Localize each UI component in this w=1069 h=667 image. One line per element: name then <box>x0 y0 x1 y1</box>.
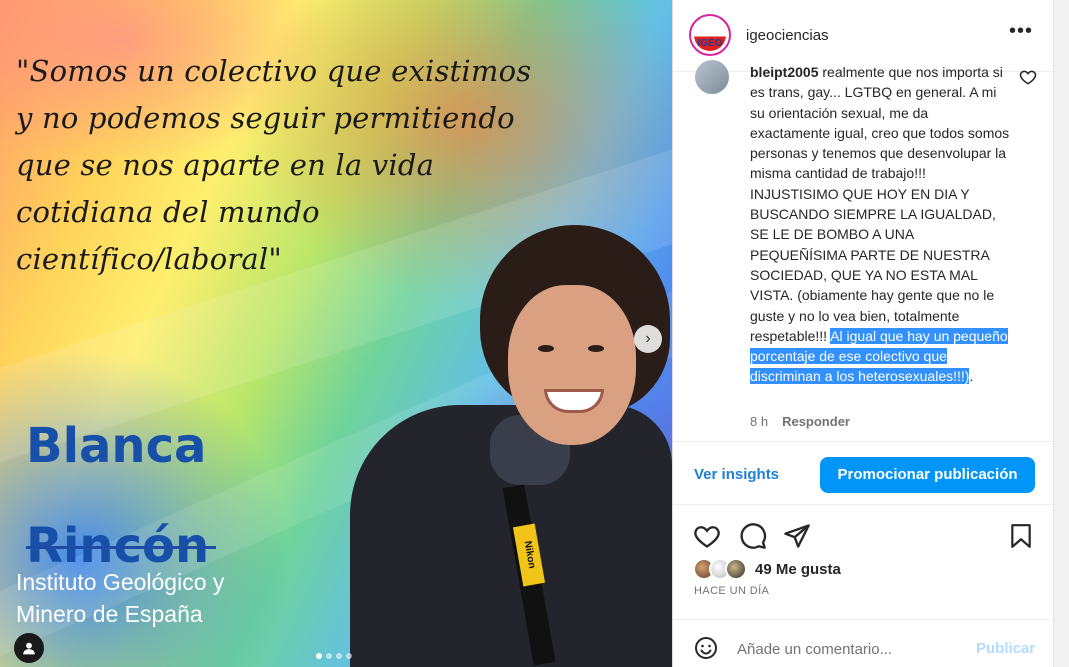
institution-line-2: Minero de España <box>16 601 203 627</box>
reply-button[interactable]: Responder <box>782 414 850 429</box>
face <box>508 285 636 445</box>
institution-name: Instituto Geológico y Minero de España <box>16 566 316 630</box>
eye <box>538 345 554 352</box>
emoji-icon[interactable] <box>694 636 718 660</box>
commenter-handle[interactable]: bleipt2005 <box>750 64 818 80</box>
institution-line-1: Instituto Geológico y <box>16 569 225 595</box>
commenter-avatar[interactable] <box>695 60 729 94</box>
avatar-logo-text: IGEO <box>694 19 726 51</box>
name-underline <box>26 546 216 549</box>
post-side-panel: IGEO igeociencias ••• bleipt2005 realmen… <box>672 0 1053 667</box>
comment-like-icon[interactable] <box>1019 68 1037 86</box>
promote-post-button[interactable]: Promocionar publicación <box>820 457 1035 493</box>
comment-icon[interactable] <box>739 522 767 550</box>
comment-text-end: . <box>969 368 974 385</box>
smile <box>544 389 604 413</box>
likes-count[interactable]: 49 Me gusta <box>755 561 841 578</box>
account-avatar[interactable]: IGEO <box>689 14 731 56</box>
instagram-post-view: "Somos un colectivo que existimos y no p… <box>0 0 1069 667</box>
more-horizontal-icon: ••• <box>1009 20 1034 42</box>
likers-avatars[interactable] <box>693 558 753 582</box>
like-icon[interactable] <box>693 522 721 550</box>
comment-time: 8 h <box>750 414 769 429</box>
share-icon[interactable] <box>783 522 811 550</box>
carousel-dot[interactable] <box>336 653 342 659</box>
tagged-users-button[interactable] <box>14 633 44 663</box>
liker-avatar <box>725 558 747 580</box>
person-first-name: Blanca <box>26 418 207 474</box>
post-actions <box>673 520 1053 554</box>
post-image[interactable]: "Somos un colectivo que existimos y no p… <box>0 0 672 667</box>
person-photo: Nikon <box>330 225 672 667</box>
comment-input[interactable] <box>737 638 967 660</box>
more-options-button[interactable]: ••• <box>1009 20 1033 43</box>
view-insights-link[interactable]: Ver insights <box>694 466 779 483</box>
account-username[interactable]: igeociencias <box>746 27 829 44</box>
chevron-right-icon: › <box>645 330 651 347</box>
carousel-dots <box>316 653 352 659</box>
carousel-dot[interactable] <box>316 653 322 659</box>
next-slide-button[interactable]: › <box>634 325 662 353</box>
add-comment-bar: Publicar <box>673 619 1053 667</box>
carousel-dot[interactable] <box>326 653 332 659</box>
user-icon <box>23 642 35 655</box>
comments-list[interactable]: bleipt2005 realmente que nos importa si … <box>673 60 1053 440</box>
insights-bar: Ver insights Promocionar publicación <box>673 441 1053 505</box>
comment-text: realmente que nos importa si es trans, g… <box>750 64 1010 344</box>
comment-body: bleipt2005 realmente que nos importa si … <box>750 62 1012 387</box>
carousel-dot[interactable] <box>346 653 352 659</box>
comment-meta: 8 h Responder <box>750 414 850 429</box>
eye <box>588 345 604 352</box>
save-icon[interactable] <box>1008 522 1034 550</box>
publish-comment-button[interactable]: Publicar <box>976 640 1035 657</box>
post-timestamp[interactable]: HACE UN DÍA <box>694 585 769 597</box>
page-scroll-edge <box>1053 0 1069 667</box>
